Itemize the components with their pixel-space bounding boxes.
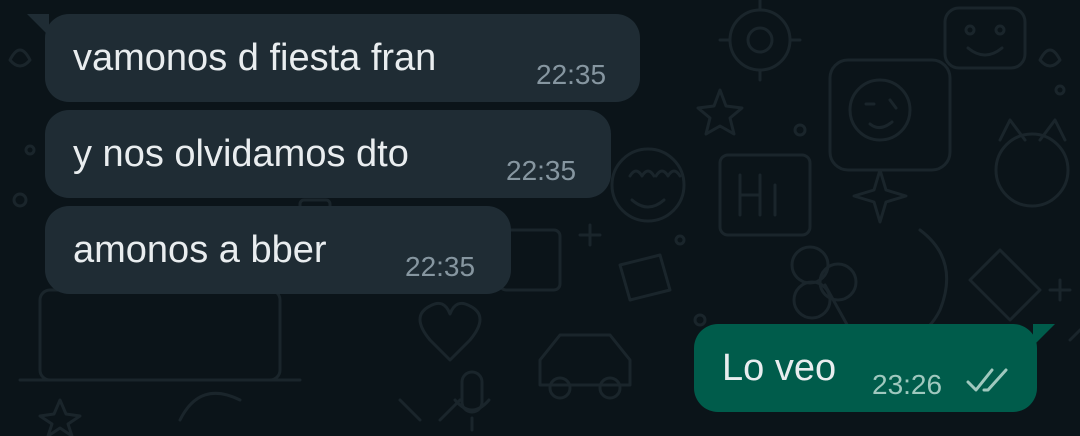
- double-check-icon: [966, 368, 1008, 392]
- message-time: 22:35: [506, 155, 577, 186]
- message-time: 23:26: [872, 369, 943, 400]
- outgoing-message[interactable]: Lo veo 23:26: [694, 324, 1055, 412]
- incoming-message[interactable]: vamonos d fiesta fran 22:35: [27, 14, 640, 102]
- message-text: y nos olvidamos dto: [73, 133, 409, 175]
- message-time: 22:35: [405, 251, 476, 282]
- message-time: 22:35: [536, 59, 607, 90]
- incoming-message[interactable]: amonos a bber 22:35: [45, 206, 511, 294]
- incoming-message[interactable]: y nos olvidamos dto 22:35: [45, 110, 611, 198]
- bubble-tail: [1033, 324, 1055, 346]
- message-text: amonos a bber: [73, 229, 327, 271]
- bubble-tail: [27, 14, 49, 36]
- chat-area[interactable]: vamonos d fiesta fran 22:35 y nos olvida…: [0, 0, 1080, 436]
- message-text: Lo veo: [722, 347, 837, 389]
- message-text: vamonos d fiesta fran: [73, 37, 437, 79]
